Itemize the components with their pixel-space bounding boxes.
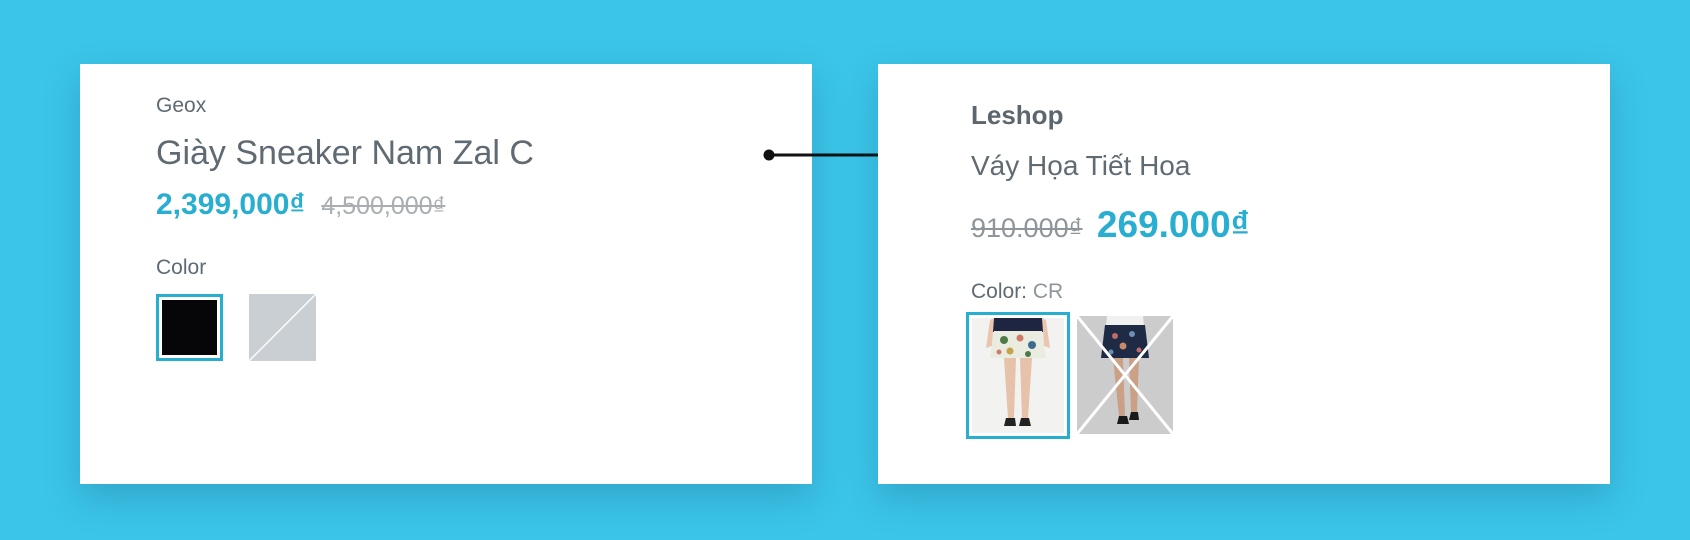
product-card-after: Leshop Váy Họa Tiết Hoa 910.000₫ 269.000… xyxy=(878,64,1610,484)
skirt-photo-image xyxy=(1077,316,1173,434)
color-swatch-gray-unavailable[interactable] xyxy=(249,294,316,361)
unavailable-slash-icon xyxy=(249,294,316,361)
color-value: CR xyxy=(1032,280,1064,303)
variant-thumbnail-selected[interactable] xyxy=(966,312,1070,439)
color-label: Color: CR xyxy=(971,280,1063,304)
price-row: 2,399,000₫ 4,500,000₫ xyxy=(156,188,445,222)
color-swatch-black[interactable] xyxy=(156,294,223,361)
product-title: Giày Sneaker Nam Zal C xyxy=(156,134,534,172)
color-label-text: Color: xyxy=(971,280,1028,303)
brand-name: Geox xyxy=(156,94,207,117)
variant-thumbnail-unavailable[interactable] xyxy=(1077,316,1173,434)
sale-price: 2,399,000₫ xyxy=(156,188,305,221)
original-price: 4,500,000₫ xyxy=(321,192,446,220)
sale-price: 269.000₫ xyxy=(1096,204,1250,245)
product-title: Váy Họa Tiết Hoa xyxy=(971,150,1191,181)
skirt-photo-image xyxy=(972,318,1064,433)
original-price: 910.000₫ xyxy=(971,213,1083,243)
price-row: 910.000₫ 269.000₫ xyxy=(971,204,1250,246)
color-label: Color xyxy=(156,256,207,279)
swatch-fill xyxy=(162,300,217,355)
product-card-before: Geox Giày Sneaker Nam Zal C 2,399,000₫ 4… xyxy=(80,64,812,484)
brand-name: Leshop xyxy=(971,100,1064,130)
